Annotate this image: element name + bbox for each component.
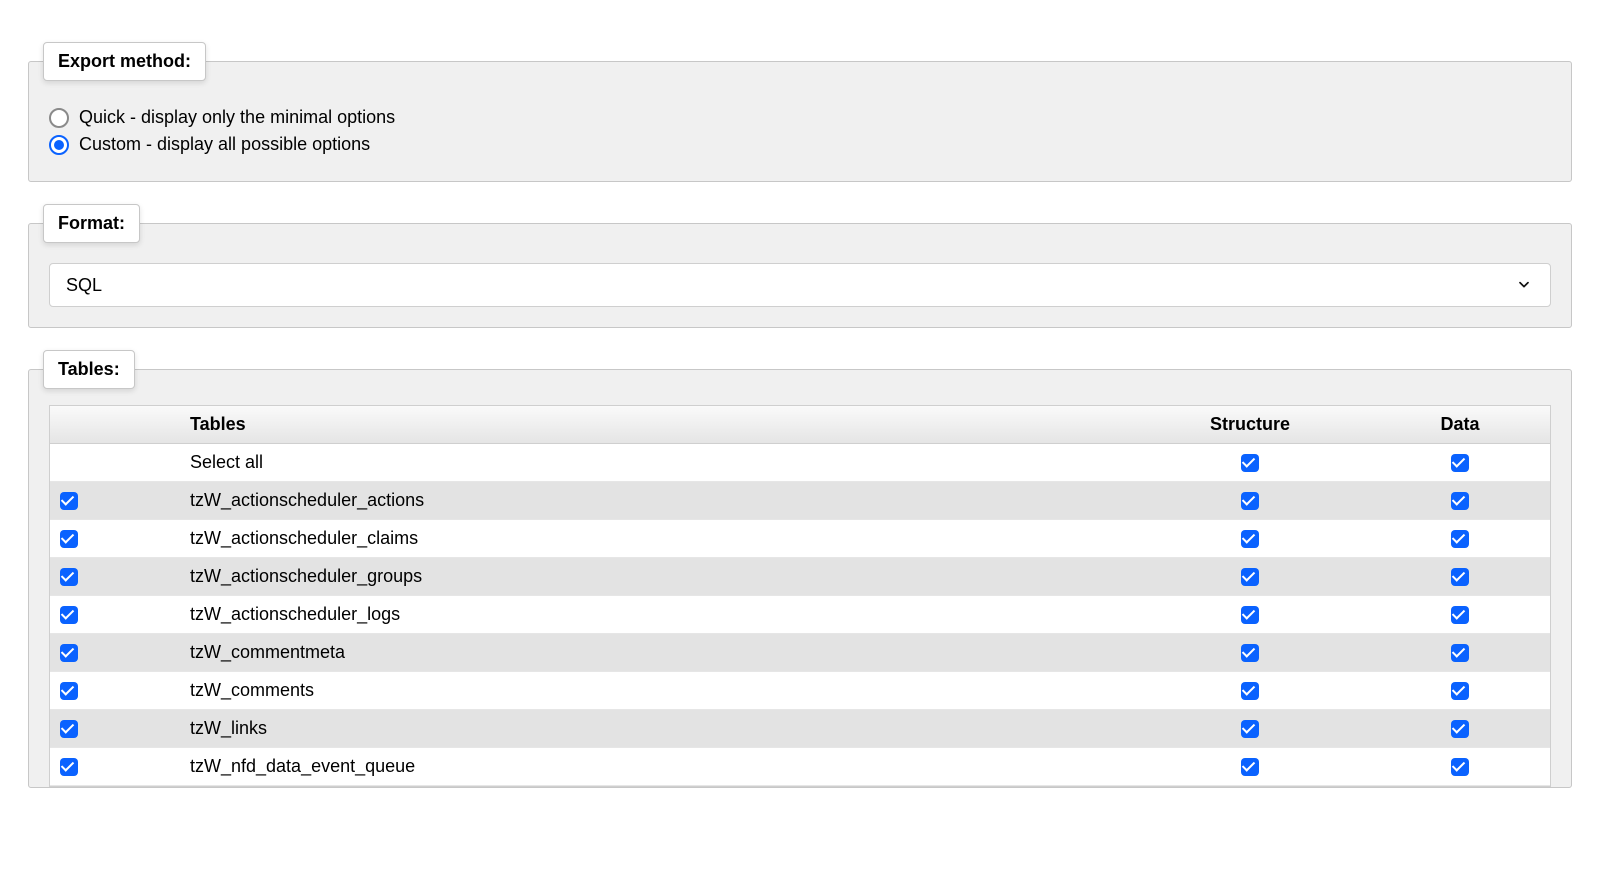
row-table-name[interactable]: tzW_actionscheduler_logs — [180, 596, 1130, 634]
row-table-name[interactable]: tzW_actionscheduler_groups — [180, 558, 1130, 596]
row-select-checkbox[interactable] — [60, 682, 78, 700]
export-method-fieldset: Export method: Quick - display only the … — [28, 42, 1572, 182]
table-row: tzW_actionscheduler_groups — [50, 558, 1550, 596]
export-method-legend: Export method: — [43, 42, 206, 81]
header-structure: Structure — [1130, 406, 1370, 444]
row-select-checkbox[interactable] — [60, 492, 78, 510]
row-structure-checkbox[interactable] — [1241, 606, 1259, 624]
export-method-quick-radio[interactable] — [49, 108, 69, 128]
row-data-checkbox[interactable] — [1451, 758, 1469, 776]
select-all-label[interactable]: Select all — [180, 444, 1130, 482]
row-structure-checkbox[interactable] — [1241, 682, 1259, 700]
row-data-checkbox[interactable] — [1451, 644, 1469, 662]
row-table-name[interactable]: tzW_comments — [180, 672, 1130, 710]
row-structure-checkbox[interactable] — [1241, 568, 1259, 586]
row-select-checkbox[interactable] — [60, 606, 78, 624]
row-select-checkbox[interactable] — [60, 758, 78, 776]
row-data-checkbox[interactable] — [1451, 720, 1469, 738]
format-selected-value: SQL — [66, 275, 102, 296]
row-table-name[interactable]: tzW_commentmeta — [180, 634, 1130, 672]
header-data: Data — [1370, 406, 1550, 444]
table-row: tzW_comments — [50, 672, 1550, 710]
row-data-checkbox[interactable] — [1451, 492, 1469, 510]
row-data-checkbox[interactable] — [1451, 530, 1469, 548]
row-table-name[interactable]: tzW_links — [180, 710, 1130, 748]
tables-header-row: Tables Structure Data — [50, 406, 1550, 444]
row-select-checkbox[interactable] — [60, 644, 78, 662]
table-row: tzW_nfd_data_event_queue — [50, 748, 1550, 786]
row-data-checkbox[interactable] — [1451, 606, 1469, 624]
header-blank — [50, 406, 180, 444]
format-select[interactable]: SQL — [49, 263, 1551, 307]
table-row: tzW_actionscheduler_actions — [50, 482, 1550, 520]
tables-legend: Tables: — [43, 350, 135, 389]
format-legend: Format: — [43, 204, 140, 243]
row-structure-checkbox[interactable] — [1241, 720, 1259, 738]
select-all-blank — [50, 444, 180, 482]
select-all-structure-checkbox[interactable] — [1241, 454, 1259, 472]
table-row: tzW_actionscheduler_claims — [50, 520, 1550, 558]
row-structure-checkbox[interactable] — [1241, 492, 1259, 510]
select-all-data-checkbox[interactable] — [1451, 454, 1469, 472]
row-data-checkbox[interactable] — [1451, 682, 1469, 700]
tables-table: Tables Structure Data Select all tzW_act… — [49, 405, 1551, 787]
row-structure-checkbox[interactable] — [1241, 530, 1259, 548]
row-data-checkbox[interactable] — [1451, 568, 1469, 586]
row-structure-checkbox[interactable] — [1241, 644, 1259, 662]
export-method-custom-label: Custom - display all possible options — [79, 134, 370, 155]
row-select-checkbox[interactable] — [60, 720, 78, 738]
row-table-name[interactable]: tzW_actionscheduler_claims — [180, 520, 1130, 558]
tables-fieldset: Tables: Tables Structure Data Select all… — [28, 350, 1572, 788]
row-table-name[interactable]: tzW_nfd_data_event_queue — [180, 748, 1130, 786]
export-method-custom-row[interactable]: Custom - display all possible options — [49, 134, 1551, 155]
row-table-name[interactable]: tzW_actionscheduler_actions — [180, 482, 1130, 520]
row-select-checkbox[interactable] — [60, 568, 78, 586]
export-method-custom-radio[interactable] — [49, 135, 69, 155]
row-select-checkbox[interactable] — [60, 530, 78, 548]
table-row: tzW_links — [50, 710, 1550, 748]
export-method-quick-row[interactable]: Quick - display only the minimal options — [49, 107, 1551, 128]
header-tables: Tables — [180, 406, 1130, 444]
chevron-down-icon — [1516, 277, 1532, 298]
row-structure-checkbox[interactable] — [1241, 758, 1259, 776]
select-all-row: Select all — [50, 444, 1550, 482]
table-row: tzW_actionscheduler_logs — [50, 596, 1550, 634]
table-row: tzW_commentmeta — [50, 634, 1550, 672]
export-method-quick-label: Quick - display only the minimal options — [79, 107, 395, 128]
format-fieldset: Format: SQL — [28, 204, 1572, 328]
